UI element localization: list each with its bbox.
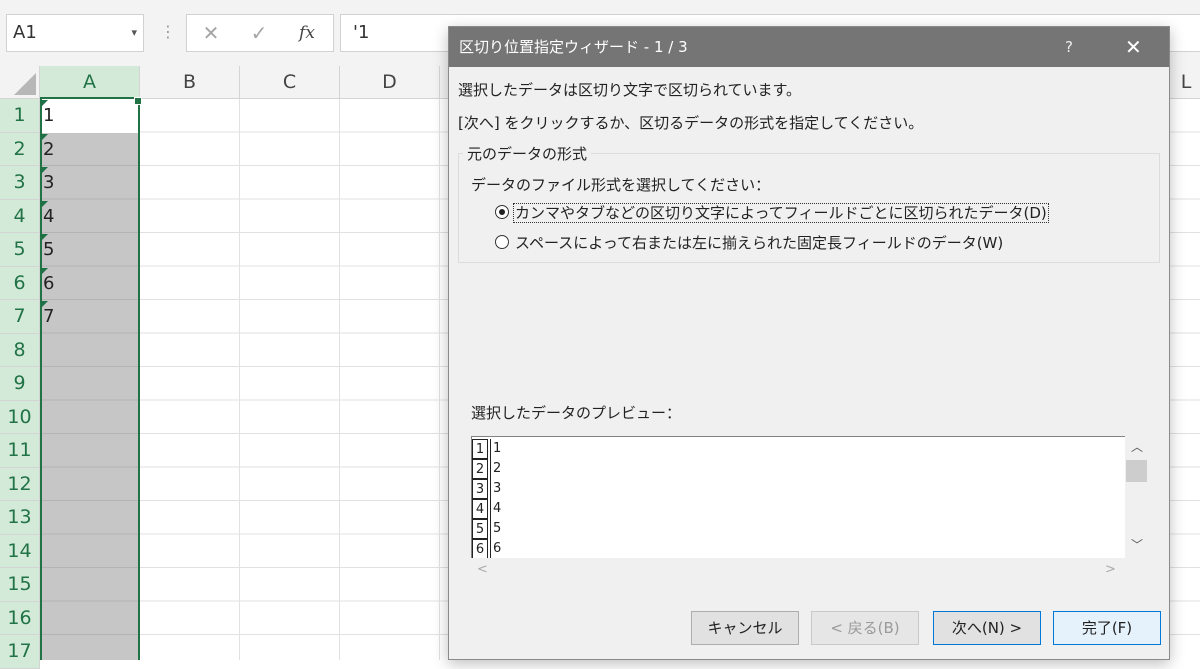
error-indicator-icon bbox=[41, 133, 48, 141]
cell-value: 5 bbox=[43, 239, 55, 260]
help-button[interactable]: ? bbox=[1065, 27, 1073, 67]
row-header[interactable]: 11 bbox=[0, 434, 40, 468]
row-header[interactable]: 8 bbox=[0, 333, 40, 367]
row-header[interactable]: 9 bbox=[0, 367, 40, 401]
cell-value: 6 bbox=[43, 272, 55, 294]
back-button[interactable]: < 戻る(B) bbox=[811, 611, 919, 645]
column-header-c[interactable]: C bbox=[240, 66, 340, 99]
file-format-prompt: データのファイル形式を選択してください： bbox=[471, 176, 771, 194]
row-header[interactable]: 13 bbox=[0, 501, 40, 535]
cell-value: 3 bbox=[43, 172, 55, 193]
column-header-d[interactable]: D bbox=[340, 66, 440, 99]
preview-row-value: 6 bbox=[490, 539, 501, 559]
next-button[interactable]: 次へ(N) > bbox=[933, 611, 1041, 645]
error-indicator-icon bbox=[41, 200, 48, 208]
data-preview[interactable]: 112233445566 ︿ ﹀ < > bbox=[471, 436, 1151, 586]
text-to-columns-dialog: 区切り位置指定ウィザード - 1 / 3 ? ✕ 選択したデータは区切り文字で区… bbox=[448, 26, 1170, 660]
formula-buttons: ✕ ✓ fx bbox=[186, 14, 334, 52]
error-indicator-icon bbox=[41, 301, 48, 308]
fill-handle[interactable] bbox=[134, 97, 142, 105]
preview-row-number: 3 bbox=[472, 479, 488, 499]
row-header[interactable]: 1 bbox=[0, 99, 40, 133]
grip-icon: ⋮ bbox=[160, 22, 176, 41]
row-header[interactable]: 2 bbox=[0, 132, 40, 166]
select-all-icon bbox=[14, 73, 36, 95]
column-header-a[interactable]: A bbox=[40, 66, 140, 99]
row-header[interactable]: 3 bbox=[0, 166, 40, 200]
preview-row-number: 1 bbox=[472, 439, 488, 459]
column-header-l[interactable]: L bbox=[1172, 66, 1200, 99]
option-delimited-text: カンマやタブなどの区切り文字によってフィールドごとに区切られたデータ(D) bbox=[513, 203, 1049, 223]
close-button[interactable]: ✕ bbox=[1125, 27, 1142, 67]
cancel-button[interactable]: キャンセル bbox=[691, 611, 799, 645]
row-header[interactable]: 14 bbox=[0, 534, 40, 568]
scroll-left-icon[interactable]: < bbox=[477, 562, 488, 577]
row-header[interactable]: 10 bbox=[0, 400, 40, 434]
radio-selected-dot bbox=[499, 209, 505, 215]
cell-value: 2 bbox=[43, 138, 55, 160]
select-all-button[interactable] bbox=[0, 66, 40, 99]
row-header[interactable]: 12 bbox=[0, 467, 40, 501]
column-header-b[interactable]: B bbox=[140, 66, 240, 99]
row-header[interactable]: 6 bbox=[0, 266, 40, 300]
check-icon[interactable]: ✓ bbox=[239, 15, 279, 51]
preview-row-value: 3 bbox=[490, 479, 501, 499]
preview-horizontal-scrollbar[interactable]: < > bbox=[471, 558, 1151, 586]
cell-value: 7 bbox=[43, 306, 55, 327]
row-header[interactable]: 4 bbox=[0, 199, 40, 233]
scroll-thumb[interactable] bbox=[1126, 460, 1147, 482]
row-header[interactable]: 15 bbox=[0, 568, 40, 602]
preview-row-number: 2 bbox=[472, 459, 488, 479]
row-header[interactable]: 5 bbox=[0, 233, 40, 267]
row-header[interactable]: 16 bbox=[0, 601, 40, 635]
row-header[interactable]: 7 bbox=[0, 300, 40, 334]
name-box[interactable]: A1 ▾ bbox=[6, 14, 144, 52]
radio-fixed-width[interactable] bbox=[495, 235, 509, 249]
preview-row-value: 5 bbox=[490, 519, 501, 539]
error-indicator-icon bbox=[41, 167, 48, 174]
scroll-up-icon[interactable]: ︿ bbox=[1131, 438, 1143, 455]
error-indicator-icon bbox=[41, 234, 48, 241]
name-box-value: A1 bbox=[13, 22, 37, 43]
preview-row-number: 4 bbox=[472, 499, 488, 519]
row-header[interactable]: 17 bbox=[0, 635, 40, 669]
preview-row-value: 2 bbox=[490, 459, 501, 479]
intro-line-1: 選択したデータは区切り文字で区切られています。 bbox=[458, 81, 802, 99]
preview-label: 選択したデータのプレビュー： bbox=[471, 404, 682, 422]
dialog-title: 区切り位置指定ウィザード - 1 / 3 bbox=[459, 38, 688, 56]
error-indicator-icon bbox=[41, 100, 48, 107]
preview-row-number: 6 bbox=[472, 539, 488, 559]
option-fixed-width-label[interactable]: スペースによって右または左に揃えられた固定長フィールドのデータ(W) bbox=[515, 232, 1003, 253]
cell-value: 4 bbox=[43, 205, 55, 227]
preview-row-value: 4 bbox=[490, 499, 501, 519]
dialog-title-bar[interactable]: 区切り位置指定ウィザード - 1 / 3 ? ✕ bbox=[449, 27, 1169, 67]
chevron-down-icon[interactable]: ▾ bbox=[131, 15, 137, 51]
scroll-right-icon[interactable]: > bbox=[1105, 562, 1116, 577]
scroll-down-icon[interactable]: ﹀ bbox=[1131, 536, 1143, 553]
finish-button[interactable]: 完了(F) bbox=[1053, 611, 1161, 645]
intro-line-2: [次へ] をクリックするか、区切るデータの形式を指定してください。 bbox=[458, 114, 924, 132]
function-icon[interactable]: fx bbox=[287, 15, 327, 51]
option-delimited-label[interactable]: カンマやタブなどの区切り文字によってフィールドごとに区切られたデータ(D) bbox=[513, 202, 1049, 223]
cancel-icon[interactable]: ✕ bbox=[191, 15, 231, 51]
preview-vertical-scrollbar[interactable]: ︿ ﹀ bbox=[1125, 436, 1149, 558]
preview-row-number: 5 bbox=[472, 519, 488, 539]
error-indicator-icon bbox=[41, 267, 48, 275]
cell-value: 1 bbox=[43, 105, 55, 126]
radio-delimited[interactable] bbox=[495, 205, 509, 219]
preview-row-value: 1 bbox=[490, 439, 501, 459]
group-title: 元のデータの形式 bbox=[463, 143, 592, 164]
